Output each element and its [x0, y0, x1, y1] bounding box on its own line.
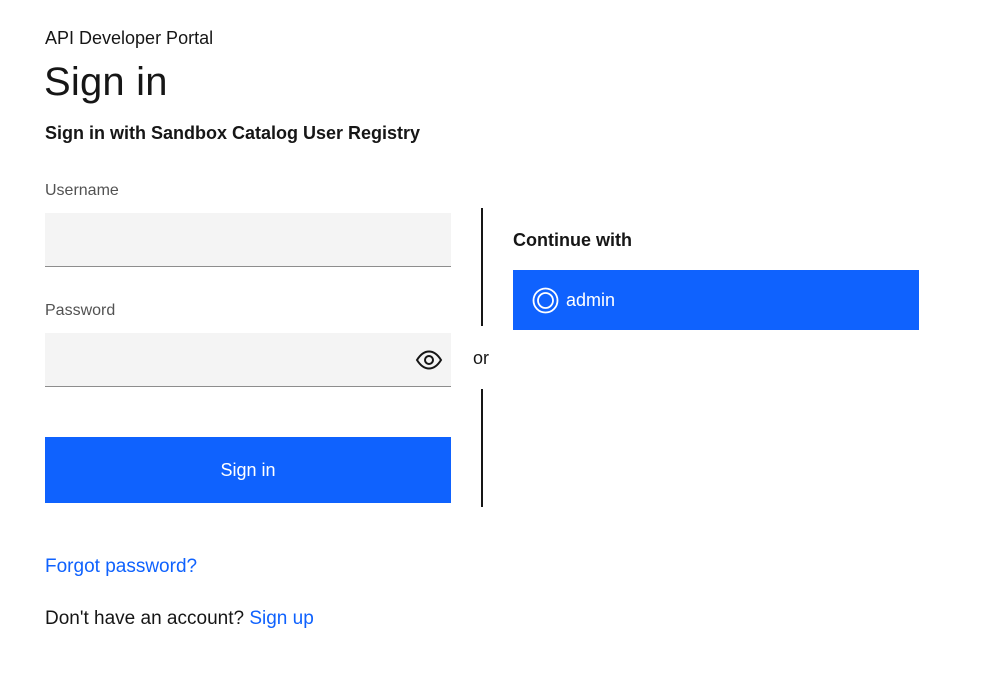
app-title: API Developer Portal [45, 28, 214, 48]
sign-in-button[interactable]: Sign in [45, 437, 451, 503]
signup-row: Don't have an account? Sign up [45, 607, 314, 631]
provider-admin-label: admin [566, 290, 616, 310]
no-account-text: Don't have an account? [45, 608, 245, 629]
registry-title: Sign in with Sandbox Catalog User Regist… [45, 123, 421, 143]
username-label: Username [45, 182, 119, 199]
password-field[interactable] [45, 333, 451, 387]
divider-line-bottom [481, 389, 483, 507]
password-label: Password [45, 302, 116, 319]
username-field[interactable] [45, 213, 451, 267]
sign-in-page: API Developer Portal Sign in Sign in wit… [0, 0, 998, 680]
sign-up-link[interactable]: Sign up [249, 608, 313, 629]
forgot-password-link[interactable]: Forgot password? [45, 555, 197, 579]
divider-or-text: or [473, 348, 490, 368]
provider-admin-button[interactable]: admin [513, 270, 919, 330]
continue-with-title: Continue with [513, 230, 632, 250]
divider-line-top [481, 208, 483, 326]
user-circle-icon [532, 287, 559, 314]
page-title: Sign in [44, 60, 168, 104]
eye-icon[interactable] [412, 346, 446, 374]
